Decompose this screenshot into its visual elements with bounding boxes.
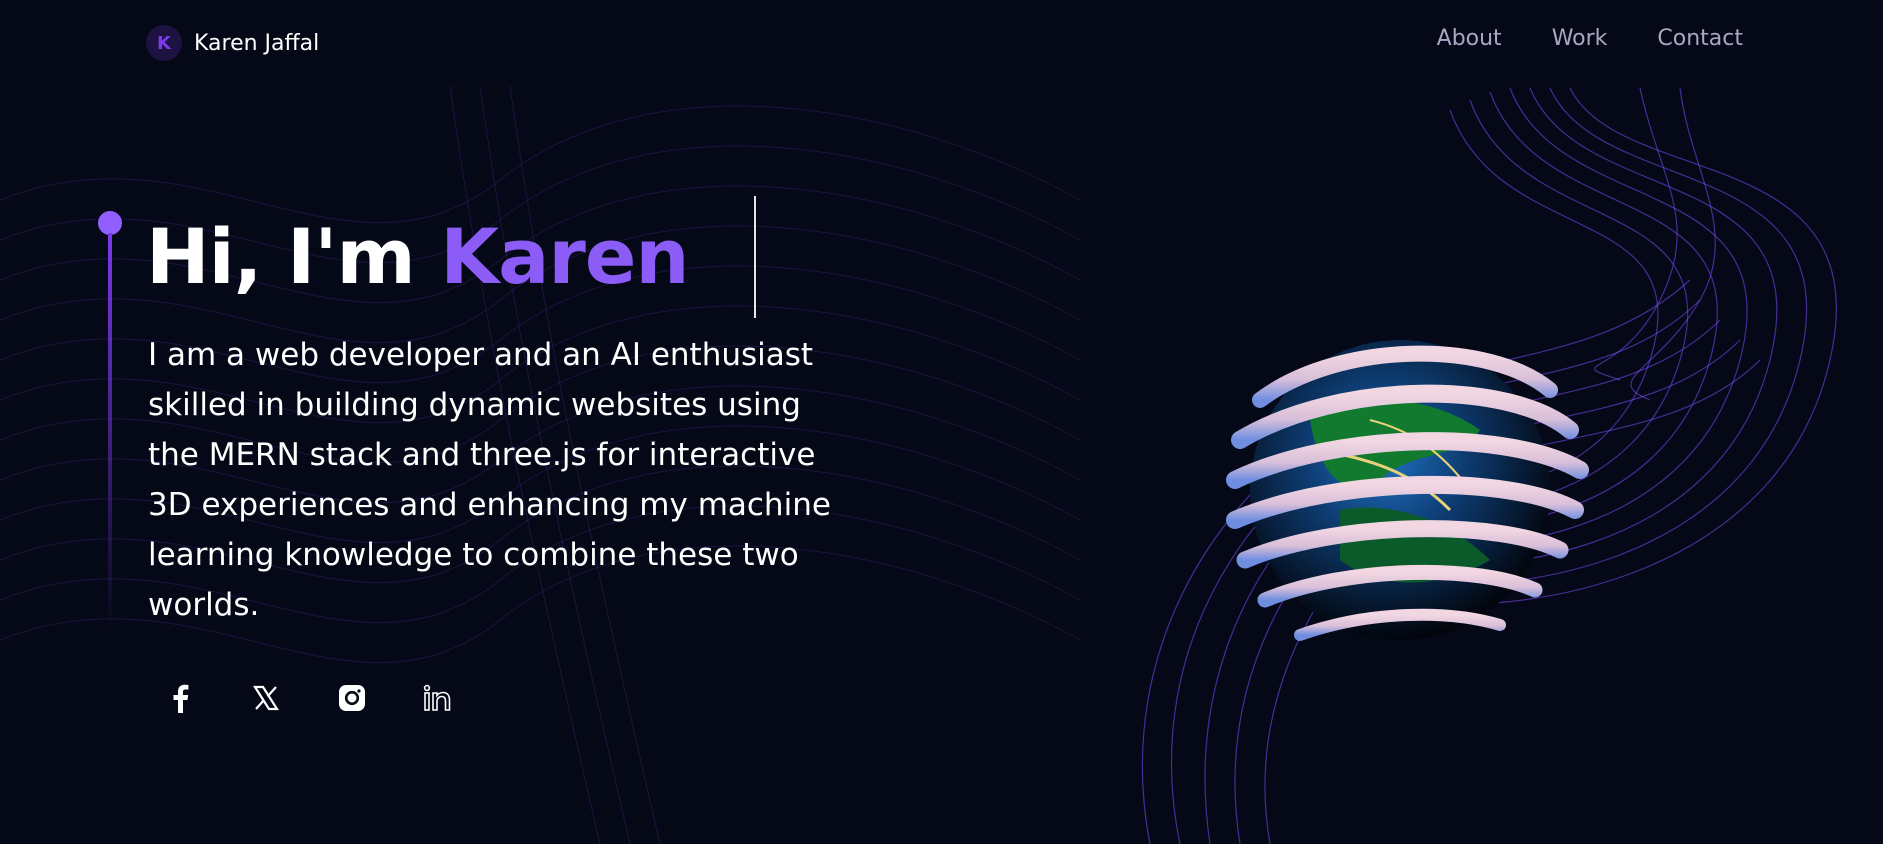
linkedin-link[interactable] — [420, 680, 456, 716]
hero-heading: Hi, I'm Karen — [146, 212, 690, 301]
hero-name: Karen — [440, 212, 689, 301]
3d-globe-illustration — [1226, 340, 1589, 641]
hero-accent-dot — [98, 211, 122, 235]
hero-accent-bar — [98, 211, 122, 633]
instagram-icon — [339, 685, 365, 711]
logo-text: Karen Jaffal — [194, 30, 320, 56]
social-links — [162, 680, 456, 716]
nav-link-work[interactable]: Work — [1552, 26, 1608, 51]
facebook-link[interactable] — [162, 680, 198, 716]
hero-bio: I am a web developer and an AI enthusias… — [148, 337, 831, 623]
typing-cursor — [754, 196, 756, 318]
facebook-icon — [173, 684, 189, 713]
linkedin-icon — [423, 684, 451, 711]
nav-link-about[interactable]: About — [1437, 26, 1502, 51]
x-icon — [253, 685, 279, 711]
nav-links: About Work Contact — [1437, 26, 1743, 51]
logo-mark-icon: K — [146, 25, 182, 61]
logo-link[interactable]: K Karen Jaffal — [146, 25, 319, 61]
hero-accent-line — [108, 233, 112, 633]
nav-link-contact[interactable]: Contact — [1657, 26, 1743, 51]
top-navbar: K Karen Jaffal About Work Contact — [0, 0, 1883, 86]
hero-greeting: Hi, I'm — [146, 212, 416, 301]
x-link[interactable] — [248, 680, 284, 716]
instagram-link[interactable] — [334, 680, 370, 716]
